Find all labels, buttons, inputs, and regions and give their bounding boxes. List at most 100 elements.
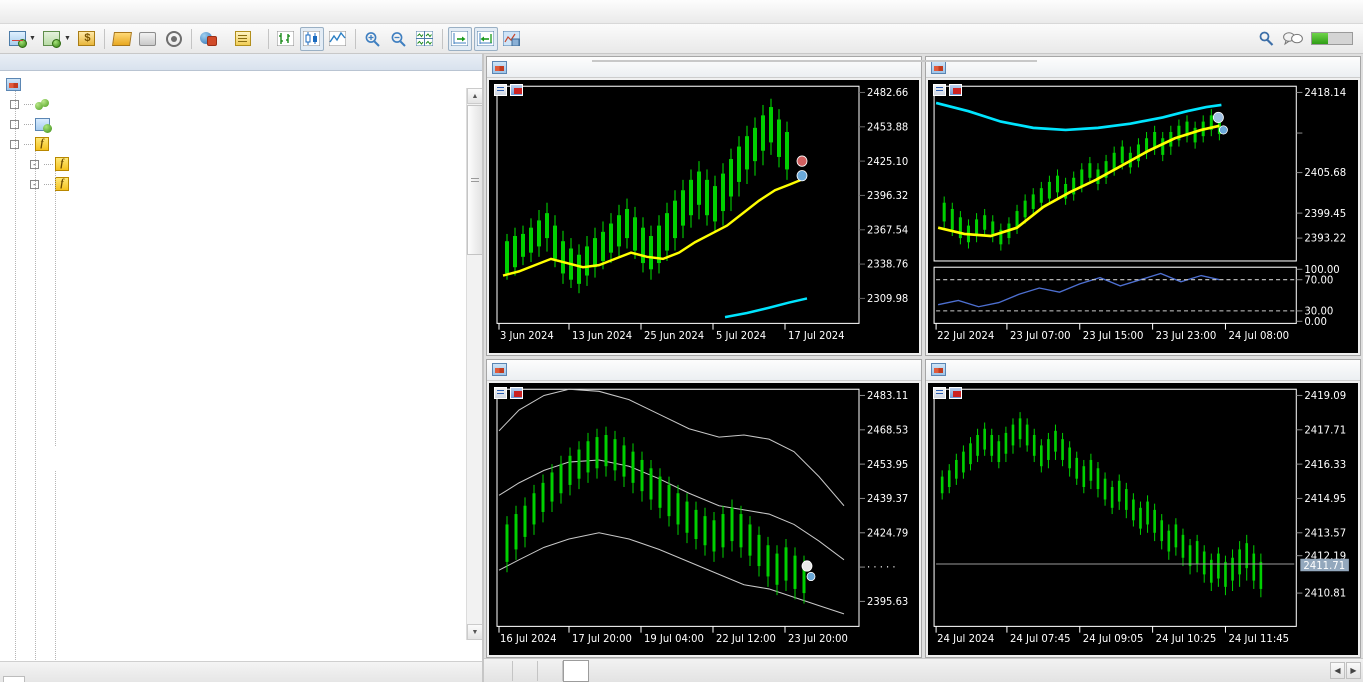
menu-chart[interactable] — [72, 10, 94, 14]
tree-item-root[interactable] — [0, 74, 482, 94]
market-watch-icon[interactable] — [110, 27, 134, 51]
svg-text:2410.81: 2410.81 — [1304, 587, 1346, 599]
template-dropdown-icon[interactable]: ▼ — [64, 35, 71, 42]
new-order-button[interactable] — [230, 27, 264, 51]
profiles-icon[interactable] — [75, 27, 99, 51]
chart-window-icon — [492, 60, 507, 74]
scroll-up-icon[interactable]: ▲ — [467, 88, 482, 104]
chart-window-gold-h1[interactable]: 2418.14 2405.68 2399.45 2393.22 100.00 7… — [925, 56, 1361, 356]
navigator-scrollbar[interactable]: ▲ ▼ — [466, 88, 482, 640]
autotrade-icon[interactable] — [197, 27, 221, 51]
svg-text:3 Jun 2024: 3 Jun 2024 — [500, 331, 554, 342]
navigator-panel: f - f - f ▲ ▼ — [0, 54, 484, 682]
chart-shift-icon[interactable] — [447, 26, 472, 51]
tree-item-trend-group[interactable]: - f — [0, 154, 482, 174]
chart-tab-gold-daily[interactable] — [488, 660, 513, 681]
tree-item-accounts[interactable] — [0, 94, 482, 114]
svg-text:70.00: 70.00 — [1304, 274, 1333, 286]
maximize-button-m5[interactable] — [1304, 360, 1332, 379]
chart-window-icon — [931, 363, 946, 376]
new-chart-dropdown-icon[interactable]: ▼ — [29, 35, 36, 42]
tile-windows-icon[interactable] — [413, 27, 437, 51]
main-toolbar: ▼ ▼ — [0, 24, 1363, 62]
chart-template-icon[interactable] — [40, 27, 64, 51]
bar-chart-icon[interactable] — [274, 27, 298, 51]
svg-text:2483.11: 2483.11 — [867, 390, 908, 401]
tab-scroll-right-icon[interactable]: ▶ — [1346, 662, 1361, 679]
menu-window[interactable] — [116, 10, 138, 14]
accounts-icon — [35, 98, 50, 111]
tree-item-subscription[interactable] — [0, 114, 482, 134]
scroll-down-icon[interactable]: ▼ — [467, 624, 482, 640]
new-chart-icon[interactable] — [5, 27, 29, 51]
save-template-icon[interactable] — [500, 27, 524, 51]
chart-canvas-daily[interactable]: 2482.66 2453.88 2425.10 2396.32 2367.54 … — [489, 80, 919, 353]
chat-icon[interactable] — [1280, 27, 1306, 51]
navigator-tabbar — [0, 661, 482, 682]
fx-icon: f — [35, 137, 49, 151]
svg-text:2393.22: 2393.22 — [1304, 233, 1346, 245]
maximize-button-h1[interactable] — [1304, 58, 1332, 77]
search-icon[interactable] — [1254, 27, 1278, 51]
navigator-header — [0, 54, 482, 71]
tree-item-indicators[interactable]: f — [0, 134, 482, 154]
chart-window-gold-h4[interactable]: 2483.11 2468.53 2453.95 2439.37 2424.79 … — [486, 358, 922, 658]
chart-tab-gold-h1[interactable] — [538, 660, 563, 681]
minimize-button-h4[interactable] — [837, 360, 865, 379]
svg-text:23 Jul 23:00: 23 Jul 23:00 — [1156, 330, 1217, 342]
chart-canvas-h4[interactable]: 2483.11 2468.53 2453.95 2439.37 2424.79 … — [489, 382, 919, 655]
zoom-out-icon[interactable] — [387, 27, 411, 51]
close-button-h4[interactable] — [893, 360, 921, 379]
menu-insert[interactable] — [50, 10, 72, 14]
chart-tab-gold-h4[interactable] — [513, 660, 538, 681]
new-order-icon[interactable] — [231, 27, 255, 51]
svg-text:2418.14: 2418.14 — [1304, 87, 1346, 99]
mt4-application-window: ▼ ▼ $ f - f - f ▲ ▼ 2482.66 2453.88 2425… — [0, 0, 1363, 682]
svg-text:2425.10: 2425.10 — [867, 157, 908, 168]
menu-help[interactable] — [138, 10, 160, 14]
minimize-button-h1[interactable] — [1276, 58, 1304, 77]
chart-window-icon — [492, 363, 507, 376]
close-button-m5[interactable] — [1332, 360, 1360, 379]
navigator-icon[interactable] — [162, 27, 186, 51]
svg-text:22 Jul 12:00: 22 Jul 12:00 — [716, 633, 776, 644]
menu-view[interactable] — [28, 10, 50, 14]
minimize-button-m5[interactable] — [1276, 360, 1304, 379]
close-button-h1[interactable] — [1332, 58, 1360, 77]
line-chart-icon[interactable] — [326, 27, 350, 51]
svg-text:5 Jul 2024: 5 Jul 2024 — [716, 331, 766, 342]
annotation-underline — [592, 60, 1037, 62]
connection-status-meter — [1311, 32, 1353, 45]
chart-tab-gold-m5[interactable] — [563, 659, 589, 682]
chart-window-gold-daily[interactable]: 2482.66 2453.88 2425.10 2396.32 2367.54 … — [486, 56, 922, 356]
tree-guide-line — [55, 171, 56, 446]
navigator-tab-general[interactable] — [3, 676, 25, 682]
navigator-tab-favorites[interactable] — [25, 676, 47, 682]
candlestick-chart-icon[interactable] — [299, 26, 324, 51]
tab-scroll-left-icon[interactable]: ◀ — [1330, 662, 1345, 679]
svg-text:17 Jul 20:00: 17 Jul 20:00 — [572, 633, 632, 644]
svg-text:24 Jul 11:45: 24 Jul 11:45 — [1228, 632, 1289, 644]
tree-guide-line — [55, 471, 56, 661]
chart-window-gold-m5[interactable]: 2419.09 2417.71 2416.33 2414.95 2413.57 … — [925, 358, 1361, 658]
tree-item-oscillator-group[interactable]: - f — [0, 174, 482, 194]
chart-tab-scroll-controls: ◀ ▶ — [1330, 662, 1361, 679]
tree-connector — [42, 164, 55, 165]
chart-canvas-m5[interactable]: 2419.09 2417.71 2416.33 2414.95 2413.57 … — [928, 382, 1358, 655]
chart-canvas-h1[interactable]: 2418.14 2405.68 2399.45 2393.22 100.00 7… — [928, 80, 1358, 353]
tree-connector — [42, 184, 55, 185]
menu-tools[interactable] — [94, 10, 116, 14]
zoom-in-icon[interactable] — [361, 27, 385, 51]
maximize-button-h4[interactable] — [865, 360, 893, 379]
chart-titlebar-m5[interactable] — [926, 359, 1360, 381]
chart-titlebar-h4[interactable] — [487, 359, 921, 381]
scrollbar-thumb[interactable] — [467, 105, 482, 255]
toolbar-separator-4 — [354, 28, 356, 49]
tree-connector — [22, 144, 35, 145]
auto-scroll-icon[interactable] — [473, 26, 498, 51]
chart-workspace: 2482.66 2453.88 2425.10 2396.32 2367.54 … — [484, 54, 1363, 682]
svg-text:0.00: 0.00 — [1304, 316, 1327, 328]
autotrade-button[interactable] — [196, 27, 230, 51]
menu-file[interactable] — [6, 10, 28, 14]
data-window-icon[interactable] — [136, 27, 160, 51]
